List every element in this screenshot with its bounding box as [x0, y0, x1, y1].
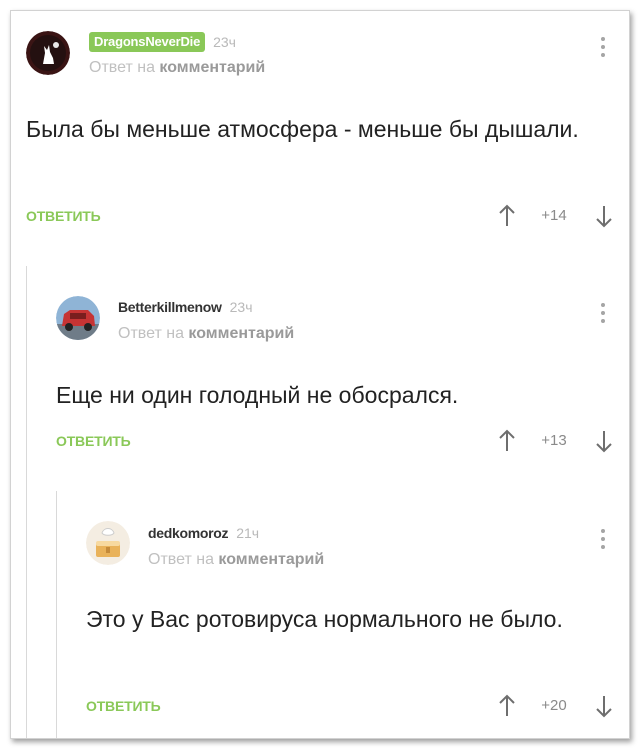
- arrow-up-icon: [499, 204, 515, 226]
- rating-value: +13: [541, 432, 567, 449]
- upvote-button[interactable]: [498, 694, 516, 718]
- avatar[interactable]: [26, 31, 70, 75]
- reply-to: Ответ на комментарий: [148, 551, 324, 569]
- comment-time: 23ч: [213, 34, 236, 50]
- reply-button[interactable]: ОТВЕТИТЬ: [26, 208, 101, 224]
- arrow-down-icon: [596, 431, 612, 453]
- arrow-up-icon: [499, 429, 515, 451]
- thread-line: [56, 491, 57, 738]
- reply-to-link[interactable]: комментарий: [218, 551, 324, 568]
- author-name[interactable]: DragonsNeverDie: [89, 32, 206, 52]
- cake-avatar-icon: [86, 521, 130, 565]
- arrow-down-icon: [596, 696, 612, 718]
- avatar[interactable]: [86, 521, 130, 565]
- comments-thread: DragonsNeverDie 23ч Ответ на комментарий…: [10, 10, 630, 739]
- author-name[interactable]: Betterkillmenow: [118, 299, 222, 315]
- avatar[interactable]: [56, 296, 100, 340]
- arrow-up-icon: [499, 694, 515, 716]
- thread-line: [26, 266, 27, 738]
- more-menu-button[interactable]: [598, 529, 608, 559]
- author-line: Betterkillmenow 23ч: [118, 299, 253, 315]
- downvote-button[interactable]: [595, 204, 613, 228]
- comment-time: 23ч: [229, 299, 253, 315]
- comment-time: 21ч: [236, 525, 260, 541]
- reply-to-link[interactable]: комментарий: [188, 325, 294, 342]
- arrow-down-icon: [596, 206, 612, 228]
- downvote-button[interactable]: [595, 429, 613, 453]
- comment-text: Это у Вас ротовируса нормального не было…: [86, 606, 563, 632]
- reply-button[interactable]: ОТВЕТИТЬ: [86, 698, 161, 714]
- reply-to-label: Ответ на: [148, 551, 214, 568]
- reply-to: Ответ на комментарий: [89, 59, 265, 77]
- more-menu-button[interactable]: [598, 303, 608, 333]
- reply-to: Ответ на комментарий: [118, 325, 294, 343]
- upvote-button[interactable]: [498, 429, 516, 453]
- rating-value: +14: [541, 207, 567, 224]
- downvote-button[interactable]: [595, 694, 613, 718]
- wolf-avatar-icon: [26, 31, 70, 75]
- more-vertical-icon: [601, 529, 605, 533]
- more-menu-button[interactable]: [598, 37, 608, 67]
- author-name[interactable]: dedkomoroz: [148, 525, 229, 541]
- author-line: dedkomoroz 21ч: [148, 525, 259, 541]
- reply-to-link[interactable]: комментарий: [159, 59, 265, 76]
- more-vertical-icon: [601, 37, 605, 41]
- comment-text: Еще ни один голодный не обосрался.: [56, 382, 459, 408]
- upvote-button[interactable]: [498, 204, 516, 228]
- more-vertical-icon: [601, 303, 605, 307]
- reply-button[interactable]: ОТВЕТИТЬ: [56, 433, 131, 449]
- comment-text: Была бы меньше атмосфера - меньше бы дыш…: [26, 116, 579, 142]
- reply-to-label: Ответ на: [118, 325, 184, 342]
- rating-value: +20: [541, 697, 567, 714]
- reply-to-label: Ответ на: [89, 59, 155, 76]
- author-line: DragonsNeverDie 23ч: [89, 32, 236, 52]
- red-car-avatar-icon: [56, 296, 100, 340]
